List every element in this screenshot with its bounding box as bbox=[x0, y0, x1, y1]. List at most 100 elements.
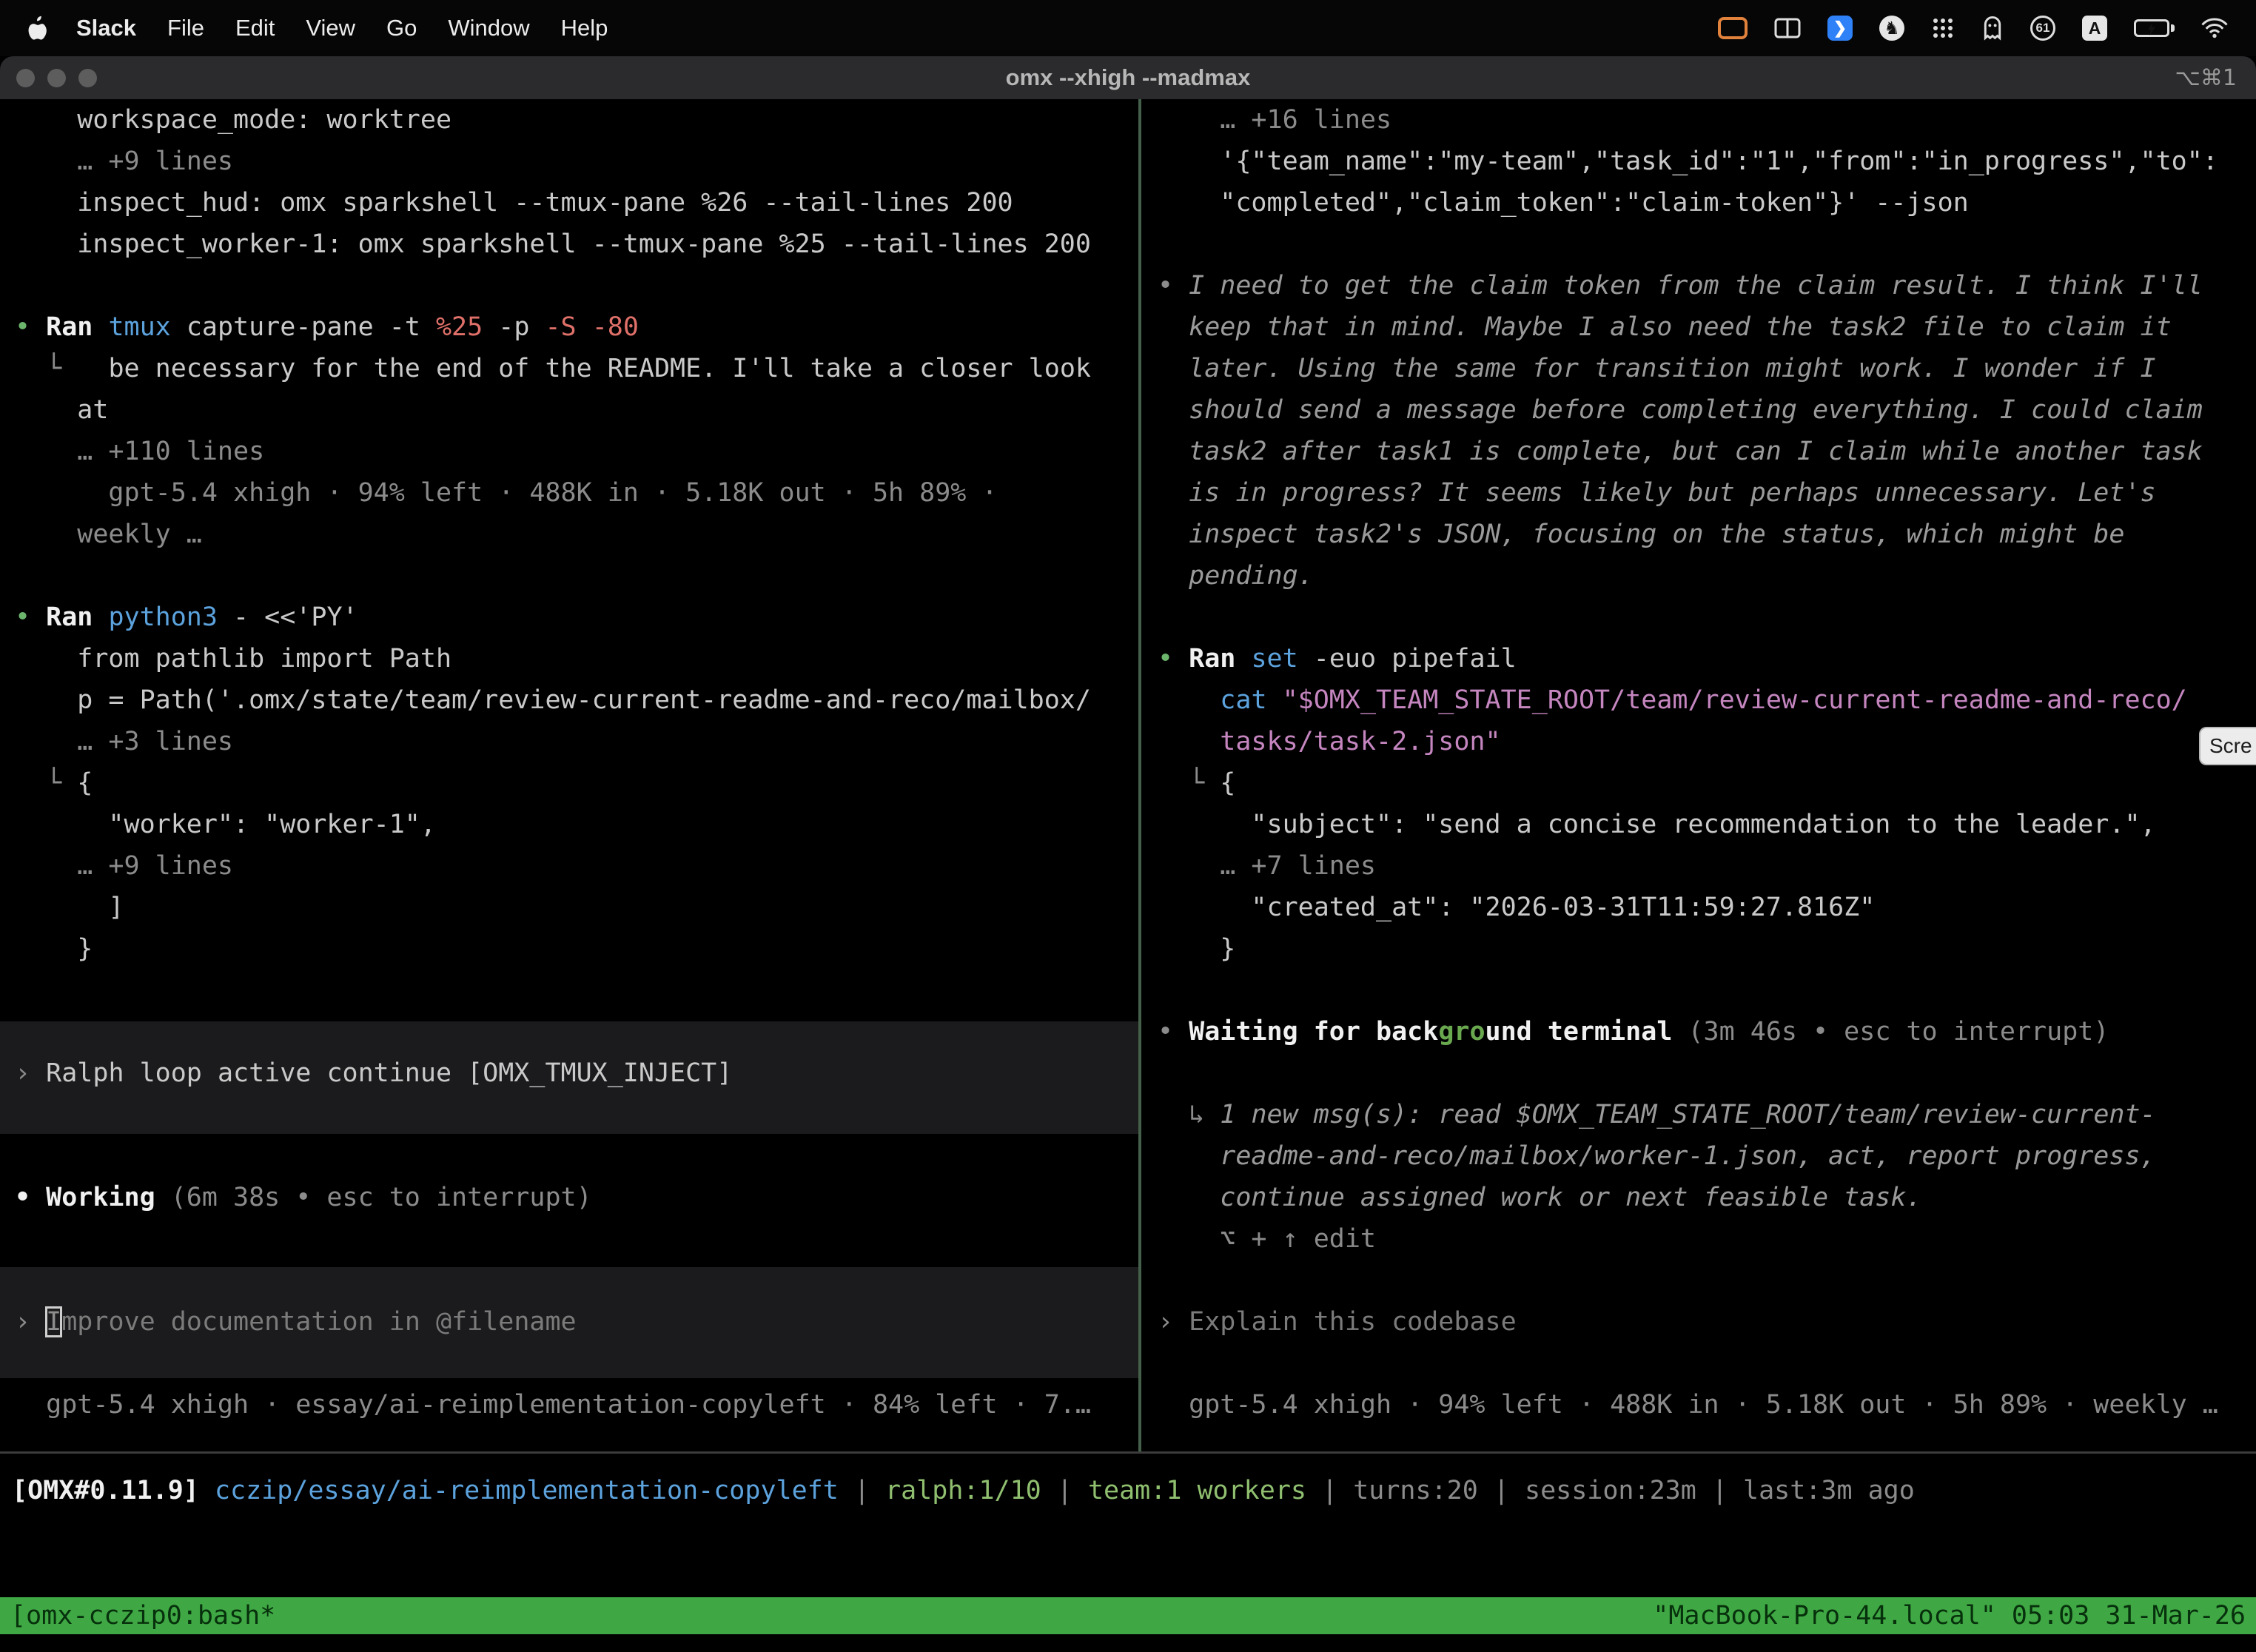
menu-view[interactable]: View bbox=[290, 15, 371, 41]
status-divider-horizontal bbox=[0, 1451, 2256, 1454]
traffic-lights bbox=[0, 69, 97, 87]
text-segment: readme-and-reco/mailbox/worker-1.json, a… bbox=[1158, 1141, 2156, 1171]
menu-help[interactable]: Help bbox=[545, 15, 624, 41]
text-segment: task2 after task1 is complete, but can I… bbox=[1158, 437, 2203, 466]
text-segment: • bbox=[1158, 1017, 1189, 1047]
battery-icon[interactable] bbox=[2134, 19, 2175, 37]
text-segment: -euo pipefail bbox=[1314, 644, 1517, 674]
text-segment: 1 new msg(s): read $OMX_TEAM_STATE_ROOT/… bbox=[1220, 1100, 2155, 1129]
text-segment: } bbox=[15, 934, 93, 964]
menubar-status-icons: ❯ ♞ 61 A bbox=[1718, 16, 2235, 41]
terminal-row bbox=[0, 1260, 1138, 1301]
tmux-session-label: [omx-cczip0:bash* bbox=[10, 1597, 275, 1634]
text-segment: mprove documentation in @filename bbox=[61, 1307, 576, 1337]
text-segment: should send a message before completing … bbox=[1158, 395, 2203, 425]
text-segment: (6m 38s • esc to interrupt) bbox=[171, 1183, 592, 1212]
terminal-row: inspect_hud: omx sparkshell --tmux-pane … bbox=[0, 182, 1138, 224]
terminal-row: "worker": "worker-1", bbox=[0, 804, 1138, 845]
pane-divider-vertical[interactable] bbox=[1138, 99, 1141, 1451]
terminal-row: … +3 lines bbox=[0, 721, 1138, 762]
text-segment: -p bbox=[498, 312, 545, 342]
close-button[interactable] bbox=[16, 69, 35, 87]
text-segment: -S -80 bbox=[545, 312, 638, 342]
text-segment: • bbox=[15, 312, 46, 342]
apple-icon bbox=[25, 16, 47, 41]
text-segment: is in progress? It seems likely but perh… bbox=[1158, 478, 2156, 508]
screenshot-notification[interactable]: Scre bbox=[2199, 727, 2256, 765]
terminal-row: "subject": "send a concise recommendatio… bbox=[1143, 804, 2256, 845]
text-segment: (3m 46s • esc to interrupt) bbox=[1688, 1017, 2109, 1047]
text-segment: ⌥ + ↑ edit bbox=[1158, 1224, 1376, 1254]
terminal-row: … +9 lines bbox=[0, 845, 1138, 887]
text-segment: … +9 lines bbox=[15, 851, 233, 881]
blue-app-icon[interactable]: ❯ bbox=[1827, 16, 1853, 41]
text-segment: } bbox=[1158, 934, 1235, 964]
terminal-row bbox=[0, 1343, 1138, 1384]
terminal-row: "completed","claim_token":"claim-token"}… bbox=[1143, 182, 2256, 224]
apple-menu[interactable] bbox=[21, 16, 61, 41]
terminal-row: ↳ 1 new msg(s): read $OMX_TEAM_STATE_ROO… bbox=[1143, 1094, 2256, 1135]
terminal-row: › Improve documentation in @filename bbox=[0, 1301, 1138, 1343]
menu-window[interactable]: Window bbox=[432, 15, 545, 41]
wifi-icon[interactable] bbox=[2201, 18, 2228, 38]
terminal-row bbox=[0, 970, 1138, 1011]
terminal-row: at bbox=[0, 389, 1138, 431]
zoom-button[interactable] bbox=[78, 69, 97, 87]
terminal-row: └ { bbox=[0, 762, 1138, 804]
text-segment: … +9 lines bbox=[15, 147, 233, 176]
input-source-letter: A bbox=[2089, 19, 2101, 38]
text-segment: • bbox=[15, 602, 46, 632]
text-segment: • bbox=[1158, 271, 1189, 300]
minimize-button[interactable] bbox=[47, 69, 66, 87]
input-source-icon[interactable]: A bbox=[2082, 16, 2107, 41]
right-pane[interactable]: … +16 lines '{"team_name":"my-team","tas… bbox=[1143, 99, 2256, 1426]
text-segment: Waiting for back bbox=[1189, 1017, 1438, 1047]
ghost-icon[interactable] bbox=[1981, 16, 2004, 41]
menu-file[interactable]: File bbox=[152, 15, 220, 41]
terminal-row: … +16 lines bbox=[1143, 99, 2256, 141]
dots-grid-icon[interactable] bbox=[1931, 16, 1955, 40]
text-segment: keep that in mind. Maybe I also need the… bbox=[1158, 312, 2172, 342]
tiles-icon[interactable] bbox=[1774, 18, 1801, 38]
terminal-row: inspect task2's JSON, focusing on the st… bbox=[1143, 514, 2256, 555]
terminal-row bbox=[1143, 1260, 2256, 1301]
menu-slack[interactable]: Slack bbox=[61, 15, 152, 41]
text-segment: └ bbox=[1158, 768, 1220, 798]
text-segment: • bbox=[1158, 644, 1189, 674]
terminal-row bbox=[0, 1094, 1138, 1135]
text-segment: pending. bbox=[1158, 561, 1314, 591]
terminal-row: "created_at": "2026-03-31T11:59:27.816Z" bbox=[1143, 887, 2256, 928]
terminal-row bbox=[1143, 1052, 2256, 1094]
terminal-row bbox=[0, 265, 1138, 306]
text-segment: workspace_mode: worktree bbox=[15, 105, 451, 135]
text-segment: › bbox=[15, 1058, 46, 1088]
terminal-row bbox=[0, 555, 1138, 597]
text-segment: weekly … bbox=[15, 520, 202, 549]
terminal-row: } bbox=[0, 928, 1138, 970]
terminal-row: readme-and-reco/mailbox/worker-1.json, a… bbox=[1143, 1135, 2256, 1177]
text-segment: session:23m bbox=[1525, 1476, 1696, 1505]
text-segment: - <<'PY' bbox=[233, 602, 358, 632]
menu-edit[interactable]: Edit bbox=[220, 15, 290, 41]
text-segment: '{"team_name":"my-team","task_id":"1","f… bbox=[1158, 147, 2218, 176]
terminal-row bbox=[0, 1218, 1138, 1260]
text-segment: "worker": "worker-1", bbox=[15, 810, 436, 839]
gauge-icon[interactable]: 61 bbox=[2030, 16, 2055, 41]
text-segment: | bbox=[1041, 1476, 1088, 1505]
text-segment: Explain this codebase bbox=[1189, 1307, 1517, 1337]
terminal-row: … +110 lines bbox=[0, 431, 1138, 472]
text-segment: tmux bbox=[108, 312, 186, 342]
text-segment: { bbox=[77, 768, 93, 798]
text-segment: Ran bbox=[46, 312, 108, 342]
blue-app-glyph: ❯ bbox=[1833, 19, 1847, 38]
left-pane[interactable]: workspace_mode: worktree … +9 lines insp… bbox=[0, 99, 1138, 1426]
menu-go[interactable]: Go bbox=[371, 15, 432, 41]
knight-glyph: ♞ bbox=[1884, 18, 1900, 39]
text-segment: ] bbox=[15, 893, 124, 922]
terminal-row: • Ran python3 - <<'PY' bbox=[0, 597, 1138, 638]
knight-icon[interactable]: ♞ bbox=[1879, 16, 1904, 41]
terminal-row: › Ralph loop active continue [OMX_TMUX_I… bbox=[0, 1052, 1138, 1094]
screen-recording-icon[interactable] bbox=[1718, 17, 1748, 39]
text-segment: tasks/task-2.json" bbox=[1158, 727, 1501, 756]
menubar: Slack File Edit View Go Window Help ❯ ♞ … bbox=[0, 0, 2256, 56]
